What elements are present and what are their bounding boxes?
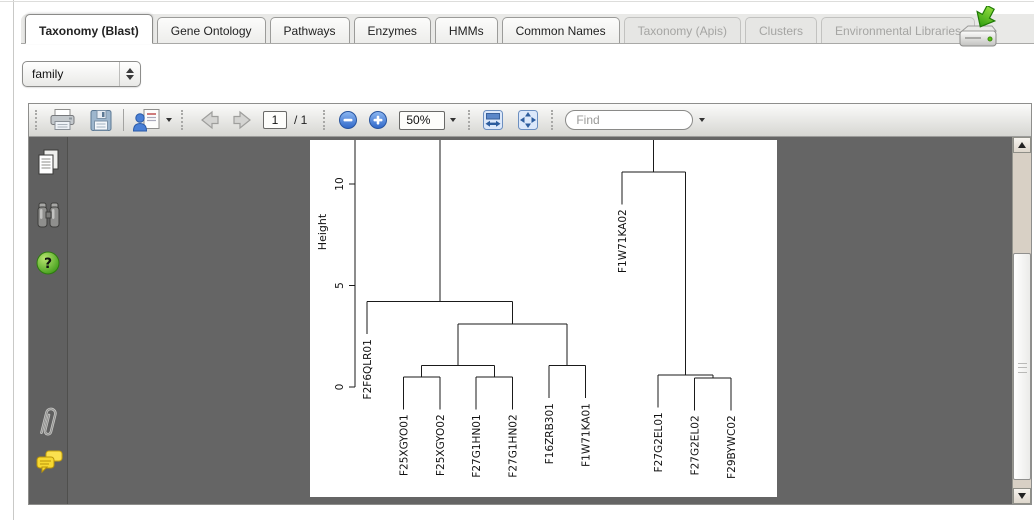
rank-select[interactable]: family [22,61,141,87]
leaf-label: F27G2EL01 [653,412,665,472]
leaf-label: F29BYWC02 [726,415,738,479]
arrow-left-icon [201,110,219,130]
y-tick-label: 0 [334,384,346,391]
attachments-panel-button[interactable] [35,403,62,448]
find-input[interactable] [565,110,694,130]
pages-icon [38,149,59,175]
toolbar-grip[interactable] [35,110,41,130]
download-to-drive-icon [959,4,998,47]
scrollbar-thumb[interactable] [1013,253,1031,480]
pdf-sidebar: ? [29,137,68,504]
tab-taxonomy-blast[interactable]: Taxonomy (Blast) [25,14,153,44]
leaf-label: F27G2EL02 [690,415,702,475]
next-page-button[interactable] [230,109,254,131]
leaf-label: F25XGYO01 [398,414,410,476]
search-panel-button[interactable] [35,200,62,241]
tab-taxonomy-apis: Taxonomy (Apis) [623,17,741,43]
fit-page-icon [518,110,539,130]
leaf-label: F27G1HN02 [508,414,520,477]
fit-page-button[interactable] [517,109,539,131]
dendrogram-plot: F2F6QLR01 F25XGYO01 F25XGYO02 F27G1HN01 F27G… [316,140,738,479]
help-icon: ? [36,251,60,275]
leaf-label: F1W71KA02 [617,209,629,273]
help-button[interactable]: ? [35,249,62,284]
toolbar-separator [123,109,124,131]
fit-width-icon [483,110,504,130]
window-left-border [13,0,14,520]
zoom-out-icon [339,111,358,129]
toolbar-grip[interactable] [468,110,474,130]
scroll-down-button[interactable] [1013,488,1031,504]
triangle-up-icon [1018,142,1026,148]
download-button[interactable] [948,4,1006,52]
tab-common-names[interactable]: Common Names [501,17,620,43]
leaf-label: F16ZRB301 [544,403,556,464]
tab-enzymes[interactable]: Enzymes [353,17,431,43]
pdf-page: F2F6QLR01 F25XGYO01 F25XGYO02 F27G1HN01 F27G… [310,140,777,497]
zoom-level-caret-icon[interactable] [450,118,457,122]
rank-select-value: family [32,67,64,81]
zoom-level-select[interactable]: 50% [399,110,446,130]
print-button[interactable] [49,108,76,132]
toolbar-grip[interactable] [551,110,557,130]
collaborate-icon [132,108,160,131]
collaborate-caret-icon [166,118,172,122]
select-spinner-icon [119,62,140,86]
page-total-label: / 1 [294,113,308,127]
pages-panel-button[interactable] [35,148,62,187]
comments-panel-button[interactable] [35,449,64,482]
vertical-scrollbar[interactable] [1012,137,1031,504]
y-axis-label: Height [316,213,329,250]
toolbar-grip[interactable] [323,110,329,130]
fit-width-button[interactable] [482,109,504,131]
save-icon [90,109,112,131]
y-tick-label: 5 [334,282,346,289]
save-button[interactable] [89,109,113,132]
print-icon [50,109,75,130]
comments-icon [36,450,63,474]
find-caret-icon[interactable] [699,118,706,122]
tab-clusters: Clusters [744,17,817,43]
zoom-in-icon [369,111,388,129]
zoom-in-button[interactable] [368,110,388,130]
pdf-canvas: ? F2F6QLR01 F25XGYO01 F25XGYO02 F27G1HN0… [29,137,1031,504]
binoculars-icon [37,202,60,228]
window-top-border [0,1,1034,2]
y-tick-label: 10 [334,177,346,190]
leaf-label: F2F6QLR01 [362,339,374,399]
collaborate-button[interactable] [132,108,172,133]
leaf-label: F25XGYO02 [435,414,447,476]
scrollbar-grip-icon [1018,362,1027,373]
leaf-label: F27G1HN01 [471,414,483,477]
scroll-up-button[interactable] [1013,137,1031,153]
toolbar-grip[interactable] [181,110,187,130]
tab-gene-ontology[interactable]: Gene Ontology [156,17,266,43]
arrow-right-icon [233,110,251,130]
leaf-label: F1W71KA01 [580,403,592,467]
page-number-input[interactable]: 1 [263,111,287,129]
pdf-toolbar: 1 / 1 50% [29,104,1031,137]
triangle-down-icon [1018,493,1026,499]
tab-pathways[interactable]: Pathways [269,17,350,43]
zoom-out-button[interactable] [338,110,358,130]
svg-text:?: ? [44,256,52,272]
previous-page-button[interactable] [198,109,222,131]
tab-hmms[interactable]: HMMs [434,17,498,43]
paperclip-icon [40,407,57,436]
pdf-viewer: 1 / 1 50% Find ? F2F6QLR01 F25XGYO01 F25… [28,103,1032,505]
tab-bar: Taxonomy (Blast) Gene Ontology Pathways Enz… [21,14,1034,44]
